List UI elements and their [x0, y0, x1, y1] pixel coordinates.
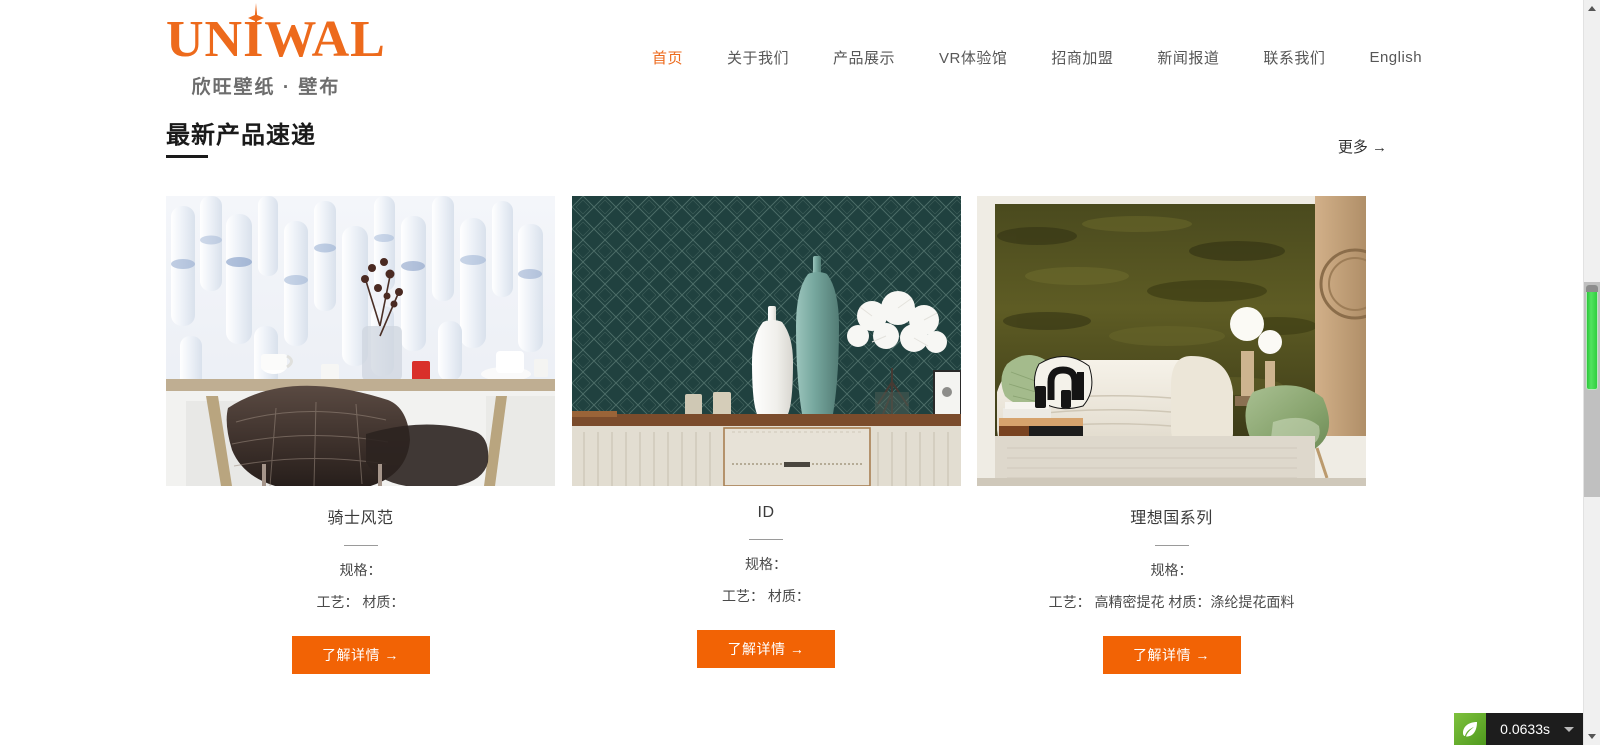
- product-card: 理想国系列 规格： 工艺： 高精密提花 材质：涤纶提花面料 了解详情 →: [977, 196, 1366, 674]
- more-link[interactable]: 更多 →: [1338, 136, 1387, 157]
- product-title: ID: [757, 504, 775, 521]
- debug-toolbar[interactable]: 0.0633s: [1454, 713, 1583, 745]
- nav-item-english[interactable]: English: [1347, 49, 1444, 66]
- product-title: 骑士风范: [327, 510, 394, 527]
- nav-item-news[interactable]: 新闻报道: [1135, 47, 1241, 68]
- site-logo[interactable]: UNIWAL 欣旺壁纸 · 壁布: [166, 3, 385, 99]
- product-spec: 规格：: [745, 556, 787, 572]
- scrollbar-thumb-cap: [1586, 285, 1598, 292]
- product-spec: 规格：: [1150, 562, 1193, 578]
- details-button[interactable]: 了解详情 →: [697, 630, 835, 668]
- section-header: 最新产品速递 更多 →: [0, 110, 1553, 190]
- nav-item-about[interactable]: 关于我们: [705, 47, 811, 68]
- nav-item-franchise[interactable]: 招商加盟: [1029, 47, 1135, 68]
- vertical-scrollbar[interactable]: [1583, 0, 1600, 745]
- product-card-list: 骑士风范 规格： 工艺： 材质： 了解详情 → ID 规格： 工艺： 材质： 了…: [166, 196, 1366, 674]
- leaf-glyph: [1463, 722, 1478, 737]
- scrollbar-progress-indicator: [1586, 285, 1598, 390]
- product-image-knight[interactable]: [166, 196, 555, 486]
- nav-item-vr[interactable]: VR体验馆: [917, 47, 1029, 68]
- page-title: 最新产品速递: [166, 122, 316, 149]
- card-divider: [1154, 545, 1189, 546]
- page-load-time[interactable]: 0.0633s: [1486, 713, 1562, 745]
- logo-subtext: 欣旺壁纸 · 壁布: [191, 77, 341, 98]
- page-viewport: UNIWAL 欣旺壁纸 · 壁布 首页 关于我们 产品展示 VR体验馆 招商加盟…: [0, 0, 1553, 745]
- logo-wordmark: UNIWAL: [166, 3, 385, 70]
- nav-item-contact[interactable]: 联系我们: [1241, 47, 1347, 68]
- card-action-area: 了解详情 →: [166, 636, 555, 674]
- product-title: 理想国系列: [1130, 510, 1213, 527]
- scroll-down-arrow-icon[interactable]: [1584, 728, 1600, 745]
- product-image-ideal-country[interactable]: [977, 196, 1366, 486]
- product-spec: 规格：: [339, 562, 382, 578]
- card-action-area: 了解详情 →: [977, 636, 1366, 674]
- browser-page: UNIWAL 欣旺壁纸 · 壁布 首页 关于我们 产品展示 VR体验馆 招商加盟…: [0, 0, 1600, 745]
- product-meta: 工艺： 材质：: [722, 588, 810, 604]
- product-meta: 工艺： 高精密提花 材质：涤纶提花面料: [1048, 594, 1295, 610]
- sparkle-icon: [248, 3, 264, 33]
- product-image-id[interactable]: [571, 196, 961, 486]
- leaf-icon[interactable]: [1454, 713, 1487, 745]
- product-card: ID 规格： 工艺： 材质： 了解详情 →: [571, 196, 961, 674]
- details-button[interactable]: 了解详情 →: [1102, 636, 1241, 674]
- title-underline: [166, 155, 208, 158]
- chevron-down-icon[interactable]: [1562, 713, 1583, 745]
- site-header: UNIWAL 欣旺壁纸 · 壁布 首页 关于我们 产品展示 VR体验馆 招商加盟…: [0, 0, 1553, 110]
- nav-item-products[interactable]: 产品展示: [811, 47, 917, 68]
- card-divider: [749, 539, 783, 540]
- main-navigation: 首页 关于我们 产品展示 VR体验馆 招商加盟 新闻报道 联系我们 Englis…: [630, 47, 1444, 68]
- details-button[interactable]: 了解详情 →: [291, 636, 430, 674]
- product-meta: 工艺： 材质：: [316, 594, 405, 610]
- product-card: 骑士风范 规格： 工艺： 材质： 了解详情 →: [166, 196, 555, 674]
- teal-lattice-vases-illustration: [571, 196, 961, 486]
- card-action-area: 了解详情 →: [572, 630, 961, 668]
- olive-living-room-illustration: [977, 196, 1366, 486]
- nav-item-home[interactable]: 首页: [630, 47, 705, 68]
- scroll-up-arrow-icon[interactable]: [1584, 0, 1600, 17]
- dining-room-scene-illustration: [166, 196, 555, 486]
- card-divider: [343, 545, 378, 546]
